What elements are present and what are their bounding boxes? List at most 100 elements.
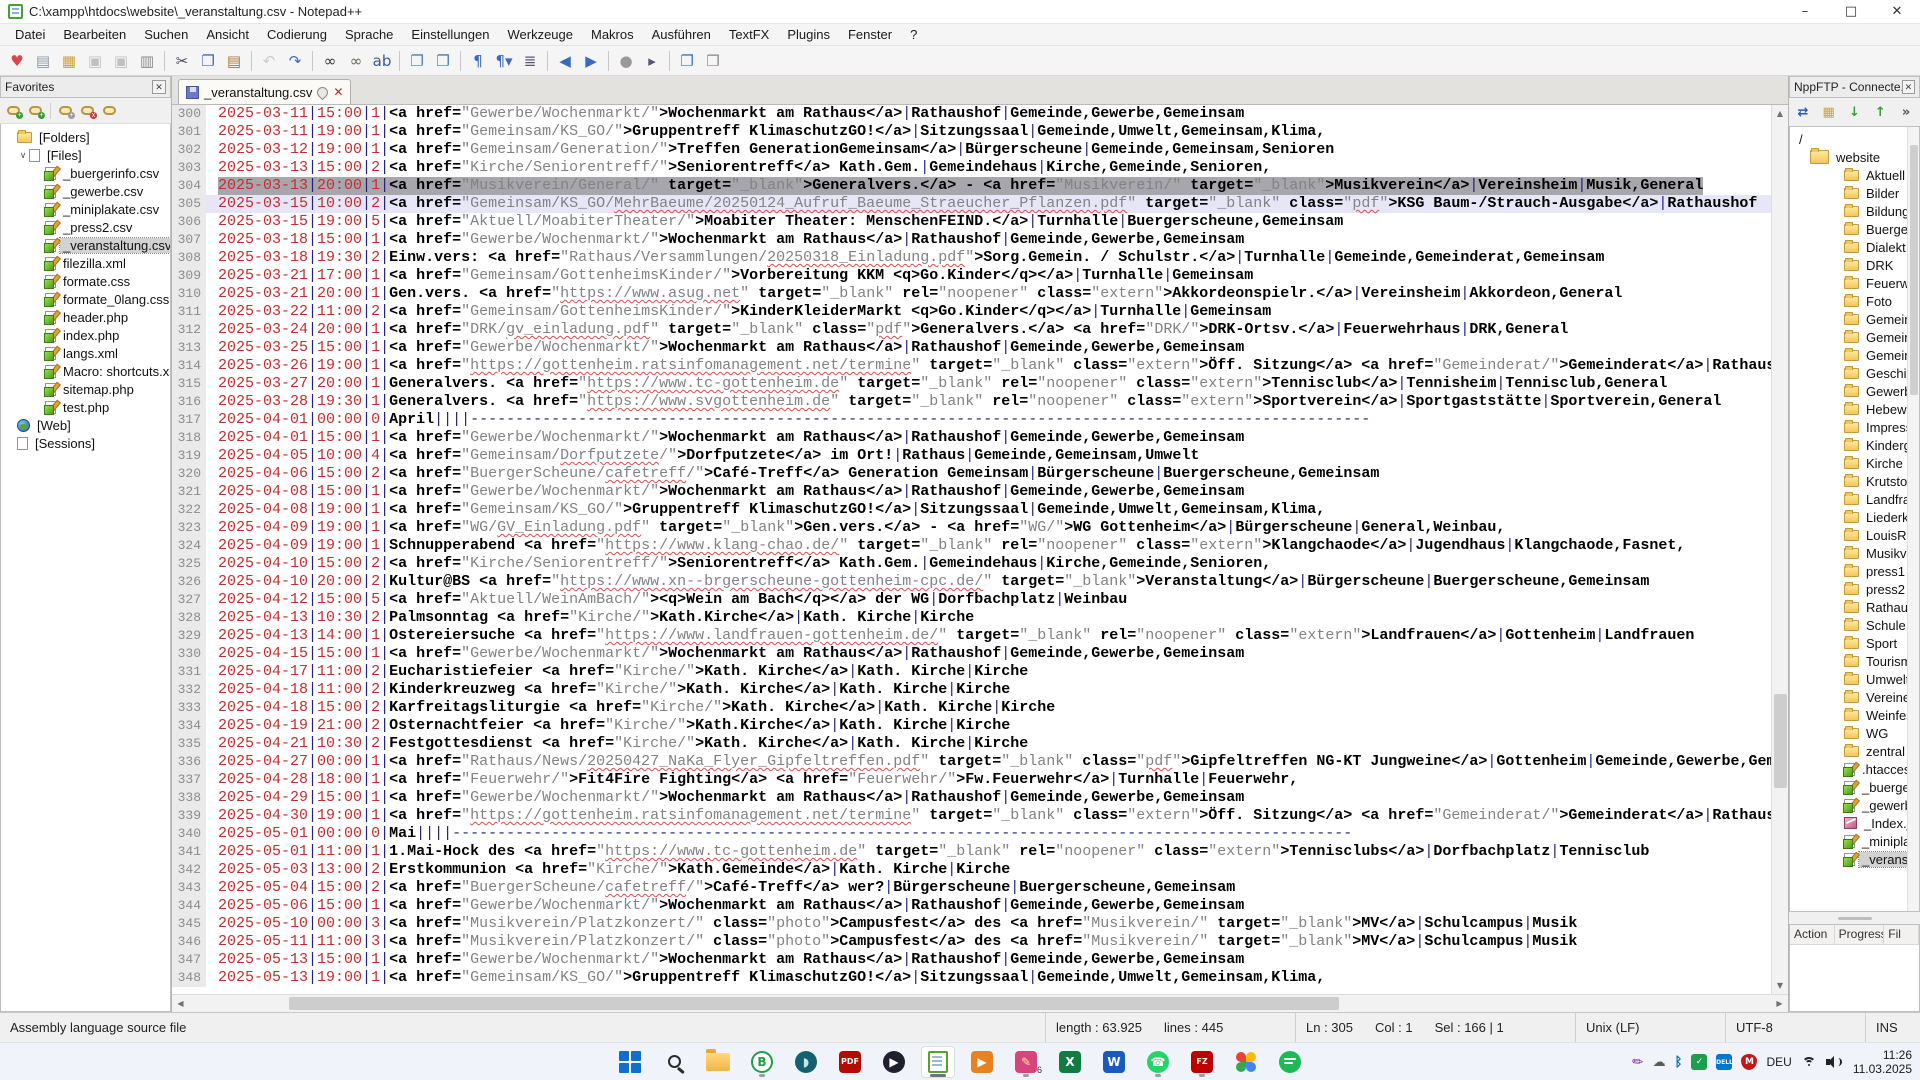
teal-drop-app-icon[interactable]: ◗ xyxy=(789,1046,823,1078)
editor-line[interactable]: 3182025-04-01|15:00|1|<a href="Gewerbe/W… xyxy=(172,429,1771,447)
horizontal-scrollbar[interactable]: ◀ ▶ xyxy=(172,994,1788,1012)
editor-line[interactable]: 3042025-03-13|20:00|1|<a href="Musikvere… xyxy=(172,177,1771,195)
favorites-item-sessions[interactable]: [Sessions] xyxy=(1,434,170,452)
editor-line[interactable]: 3322025-04-18|11:00|2|Kinderkreuzweg <a … xyxy=(172,681,1771,699)
nppftp-item-_buergerinfo.csv[interactable]: _buergerinfo.csv xyxy=(1790,778,1919,796)
link-add-icon[interactable]: + xyxy=(4,102,23,120)
vertical-scrollbar[interactable]: ▲ ▼ xyxy=(1771,105,1788,994)
editor-line[interactable]: 3082025-03-18|19:30|2|Einw.vers: <a href… xyxy=(172,249,1771,267)
encoding-status[interactable]: UTF-8 xyxy=(1726,1013,1866,1042)
connect-icon[interactable]: ⇄ xyxy=(1793,102,1813,122)
favorites-item-_veranstaltung.csv[interactable]: _veranstaltung.csv xyxy=(1,236,170,254)
copy-icon[interactable]: ❐ xyxy=(196,49,220,73)
insert-mode-status[interactable]: INS xyxy=(1866,1013,1920,1042)
edit-pencil-icon[interactable] xyxy=(100,102,119,120)
nppftp-scrollbar[interactable] xyxy=(1907,127,1919,911)
function-list-icon[interactable]: ❐ xyxy=(431,49,455,73)
paste-icon[interactable]: ▤ xyxy=(222,49,246,73)
menu-item-datei[interactable]: Datei xyxy=(6,25,54,44)
cloud-tray-icon[interactable]: ☁ xyxy=(1653,1055,1666,1070)
editor-line[interactable]: 3062025-03-15|19:00|5|<a href="Aktuell/M… xyxy=(172,213,1771,231)
nppftp-item-.htaccess[interactable]: .htaccess xyxy=(1790,760,1919,778)
editor-line[interactable]: 3442025-05-06|15:00|1|<a href="Gewerbe/W… xyxy=(172,897,1771,915)
video-app-icon[interactable]: ▶ xyxy=(965,1046,999,1078)
favorites-item-index.php[interactable]: index.php xyxy=(1,326,170,344)
menu-item-einstellungen[interactable]: Einstellungen xyxy=(402,25,498,44)
nppftp-item-_gewerbe.csv[interactable]: _gewerbe.csv xyxy=(1790,796,1919,814)
link-folder-add-icon[interactable]: + xyxy=(26,102,45,120)
eol-format-status[interactable]: Unix (LF) xyxy=(1576,1013,1726,1042)
doc-map-icon[interactable]: ❐ xyxy=(405,49,429,73)
excel-icon[interactable]: X xyxy=(1053,1046,1087,1078)
nppftp-item-aktuell[interactable]: Aktuell xyxy=(1790,166,1919,184)
paint-app-icon[interactable]: ✎6 xyxy=(1009,1046,1043,1078)
dell-tray-icon[interactable]: DELL xyxy=(1716,1054,1732,1070)
nav-forward-icon[interactable]: ▶ xyxy=(579,49,603,73)
file-explorer-icon[interactable] xyxy=(701,1046,735,1078)
chevron-down-icon[interactable]: ∨ xyxy=(17,150,29,161)
scroll-right-icon[interactable]: ▶ xyxy=(1771,995,1788,1012)
editor-line[interactable]: 3432025-05-04|15:00|2|<a href="BuergerSc… xyxy=(172,879,1771,897)
queue-column-action[interactable]: Action xyxy=(1790,925,1835,944)
editor-line[interactable]: 3352025-04-21|10:30|2|Festgottesdienst <… xyxy=(172,735,1771,753)
editor-line[interactable]: 3152025-03-27|20:00|1|Generalvers. <a hr… xyxy=(172,375,1771,393)
nppftp-item-gemeinderat[interactable]: Gemeinderat xyxy=(1790,328,1919,346)
favorites-close-icon[interactable]: ✕ xyxy=(152,80,166,94)
editor-line[interactable]: 3022025-03-12|19:00|1|<a href="Gemeinsam… xyxy=(172,141,1771,159)
nppftp-item-vereine[interactable]: Vereine xyxy=(1790,688,1919,706)
editor-line[interactable]: 3272025-04-12|15:00|5|<a href="Aktuell/W… xyxy=(172,591,1771,609)
nppftp-root[interactable]: / xyxy=(1790,130,1919,148)
start-button[interactable] xyxy=(613,1046,647,1078)
open-folder-icon[interactable]: ▦ xyxy=(57,49,81,73)
notepad-plus-plus-icon[interactable] xyxy=(921,1046,955,1078)
favorites-item-folders[interactable]: [Folders] xyxy=(1,128,170,146)
indent-guide-icon[interactable]: ≣ xyxy=(518,49,542,73)
favorites-item-sitemap.php[interactable]: sitemap.php xyxy=(1,380,170,398)
nppftp-close-icon[interactable]: ✕ xyxy=(1902,80,1915,94)
editor-line[interactable]: 3242025-04-09|19:00|1|Schnupperabend <a … xyxy=(172,537,1771,555)
menu-item-textfx[interactable]: TextFX xyxy=(720,25,778,44)
favorites-item-formate.css[interactable]: formate.css xyxy=(1,272,170,290)
favorites-item-header.php[interactable]: header.php xyxy=(1,308,170,326)
spotify-icon[interactable] xyxy=(1273,1046,1307,1078)
filezilla-icon[interactable]: FZ xyxy=(1185,1046,1219,1078)
editor-line[interactable]: 3012025-03-11|19:00|1|<a href="Gemeinsam… xyxy=(172,123,1771,141)
word-icon[interactable]: W xyxy=(1097,1046,1131,1078)
editor-line[interactable]: 3462025-05-11|11:00|3|<a href="Musikvere… xyxy=(172,933,1771,951)
editor-line[interactable]: 3332025-04-18|15:00|2|Karfreitagsliturgi… xyxy=(172,699,1771,717)
pen-tray-icon[interactable]: ✎ xyxy=(1629,1053,1647,1072)
scroll-up-icon[interactable]: ▲ xyxy=(1772,105,1789,122)
nppftp-item-landfrauen[interactable]: Landfrauen xyxy=(1790,490,1919,508)
editor-line[interactable]: 3232025-04-09|19:00|1|<a href="WG/GV_Ein… xyxy=(172,519,1771,537)
security-shield-tray-icon[interactable]: ✓ xyxy=(1691,1054,1707,1070)
show-symbol-menu-icon[interactable]: ¶▾ xyxy=(492,49,516,73)
editor-line[interactable]: 3382025-04-29|15:00|1|<a href="Gewerbe/W… xyxy=(172,789,1771,807)
editor-line[interactable]: 3422025-05-03|13:00|2|Erstkommunion <a h… xyxy=(172,861,1771,879)
nppftp-item-rathaus[interactable]: Rathaus xyxy=(1790,598,1919,616)
whatsapp-icon[interactable]: ☎ xyxy=(1141,1046,1175,1078)
nppftp-item-gemeindeblatt[interactable]: Gemeindeblatt xyxy=(1790,310,1919,328)
bluetooth-tray-icon[interactable]: ᛒ xyxy=(1675,1055,1683,1070)
nppftp-splitter[interactable] xyxy=(1789,912,1920,924)
nppftp-item-wg[interactable]: WG xyxy=(1790,724,1919,742)
editor-line[interactable]: 3122025-03-24|20:00|1|<a href="DRK/gv_ei… xyxy=(172,321,1771,339)
editor-line[interactable]: 3032025-03-13|15:00|2|<a href="Kirche/Se… xyxy=(172,159,1771,177)
editor-line[interactable]: 3142025-03-26|19:00|1|<a href="https://g… xyxy=(172,357,1771,375)
editor-line[interactable]: 3052025-03-15|10:00|2|<a href="Gemeinsam… xyxy=(172,195,1771,213)
mcafee-tray-icon[interactable]: M xyxy=(1741,1054,1757,1070)
editor-line[interactable]: 3162025-03-28|19:30|1|Generalvers. <a hr… xyxy=(172,393,1771,411)
nppftp-item-zentral[interactable]: zentral xyxy=(1790,742,1919,760)
nppftp-item-schule[interactable]: Schule xyxy=(1790,616,1919,634)
editor-line[interactable]: 3482025-05-13|19:00|1|<a href="Gemeinsam… xyxy=(172,969,1771,987)
media-player-app-icon[interactable]: ▶ xyxy=(877,1046,911,1078)
redo-icon[interactable]: ↷ xyxy=(283,49,307,73)
nppftp-item-umwelt[interactable]: Umwelt xyxy=(1790,670,1919,688)
editor-line[interactable]: 3452025-05-10|00:00|3|<a href="Musikvere… xyxy=(172,915,1771,933)
editor-line[interactable]: 3222025-04-08|19:00|1|<a href="Gemeinsam… xyxy=(172,501,1771,519)
nppftp-item-dialekt[interactable]: Dialekt xyxy=(1790,238,1919,256)
find-icon[interactable]: ∞ xyxy=(318,49,342,73)
favorites-item-formate_0lang.css[interactable]: formate_0lang.css xyxy=(1,290,170,308)
volume-tray-icon[interactable] xyxy=(1826,1056,1840,1068)
editor-line[interactable]: 3072025-03-18|15:00|1|<a href="Gewerbe/W… xyxy=(172,231,1771,249)
nppftp-item-kindergarten[interactable]: Kindergarten xyxy=(1790,436,1919,454)
